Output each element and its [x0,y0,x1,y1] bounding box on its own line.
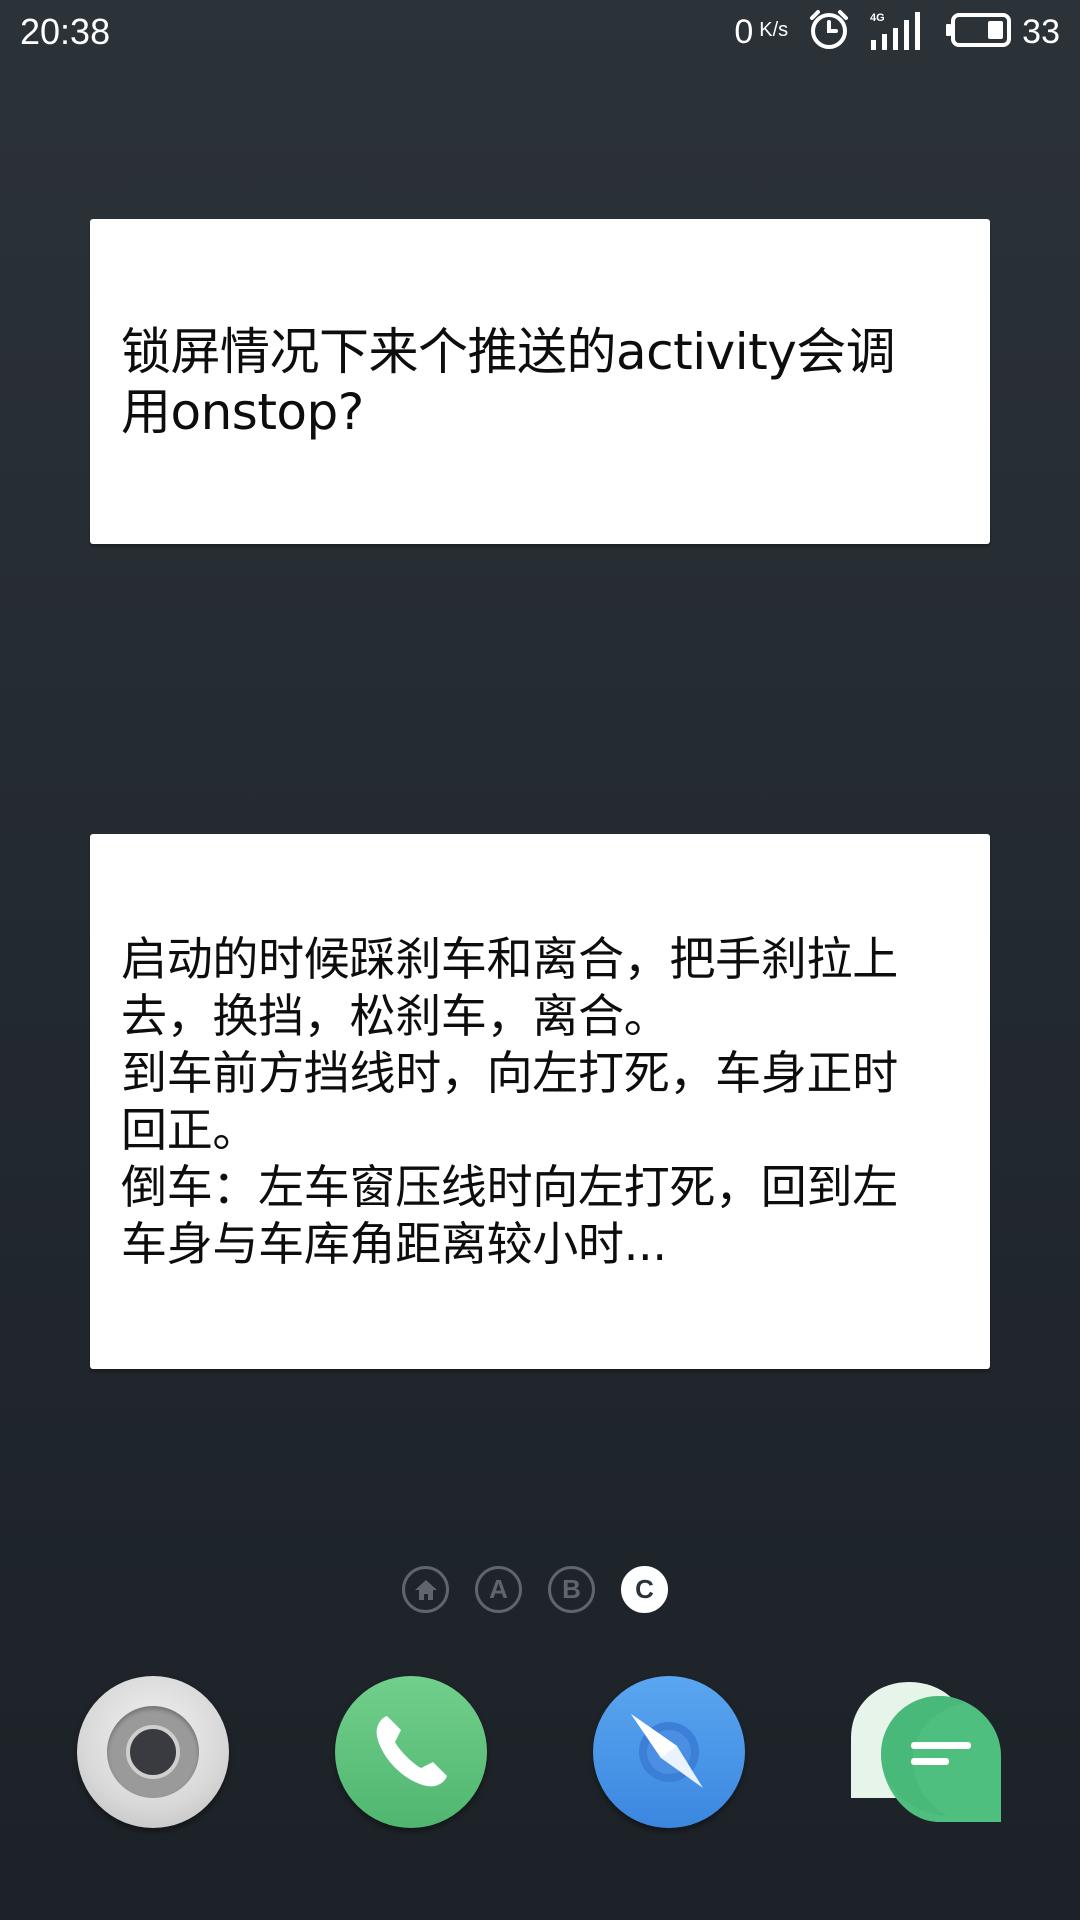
chat-bubble-icon [851,1682,1001,1822]
status-bar: 20:38 0 K/s 4G 33 [0,0,1080,64]
net-speed-unit: K/s [759,19,789,41]
page-indicator-b[interactable]: B [548,1566,595,1613]
phone-handset-icon [376,1716,447,1787]
note-widget-card[interactable]: 启动的时候踩刹车和离合，把手刹拉上去，换挡，松刹车，离合。 到车前方挡线时，向左… [90,834,990,1369]
home-page-indicator[interactable] [402,1566,449,1613]
camera-app-icon[interactable] [77,1676,229,1828]
page-indicator: A B C [402,1566,668,1613]
status-icons: 0 K/s 4G 33 [734,10,1060,54]
battery-icon [946,12,1012,52]
note-widget-card[interactable]: 锁屏情况下来个推送的activity会调用onstop? [90,219,990,544]
browser-app-icon[interactable] [593,1676,745,1828]
camera-lens [126,1725,180,1779]
app-dock [0,1676,1080,1828]
messages-app-icon[interactable] [851,1676,1003,1828]
page-indicator-c[interactable]: C [621,1566,668,1613]
note-text: 启动的时候踩刹车和离合，把手刹拉上去，换挡，松刹车，离合。 到车前方挡线时，向左… [121,931,898,1271]
signal-label: 4G [870,12,885,24]
battery-level: 33 [1022,13,1060,51]
page-indicator-a[interactable]: A [475,1566,522,1613]
signal-4g-icon: 4G [870,10,926,54]
alarm-clock-icon [808,9,850,55]
note-text: 锁屏情况下来个推送的activity会调用onstop? [121,322,896,441]
net-speed-value: 0 [734,13,754,51]
home-icon [414,1579,437,1600]
status-time: 20:38 [20,11,111,52]
phone-app-icon[interactable] [335,1676,487,1828]
compass-icon [631,1714,703,1788]
